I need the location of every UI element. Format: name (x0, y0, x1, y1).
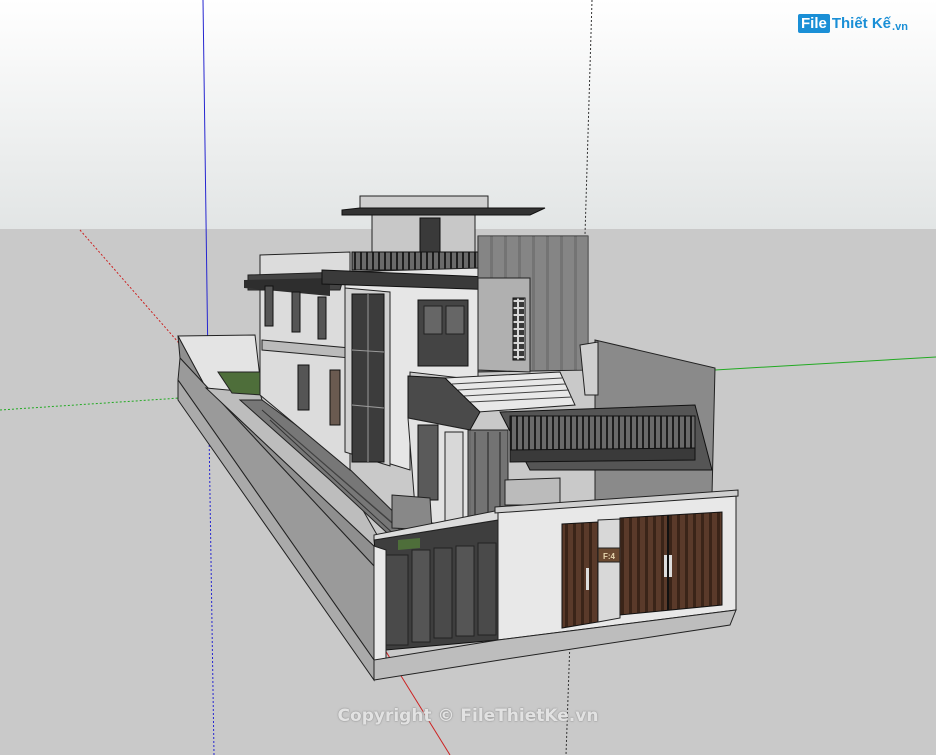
logo-text: Thiết Kế (831, 15, 892, 32)
sky (0, 0, 936, 229)
copyright-watermark: Copyright © FileThietKe.vn (337, 706, 599, 726)
logo-suffix: .vn (892, 21, 908, 33)
filethietke-logo: File Thiết Kế .vn (798, 14, 908, 33)
logo-prefix: File (798, 14, 830, 33)
house-number-plaque: F:4 (603, 552, 616, 561)
sketchup-viewport[interactable]: F:4 (0, 0, 936, 755)
